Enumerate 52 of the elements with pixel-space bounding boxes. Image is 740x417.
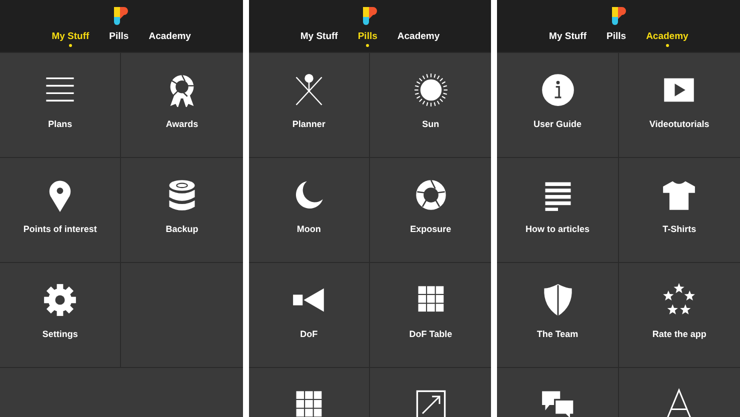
five-stars-icon: [662, 283, 696, 317]
tile-label: Exposure: [410, 224, 452, 234]
menu-tile[interactable]: T-Shirts: [618, 158, 740, 263]
menu-tile[interactable]: DoF Table: [370, 263, 492, 368]
nav-tab[interactable]: Pills: [606, 31, 626, 48]
tile-label: DoF: [300, 329, 318, 339]
tile-label: T-Shirts: [662, 224, 696, 234]
tile-label: Settings: [42, 329, 78, 339]
sun-icon: [414, 73, 448, 107]
menu-tile[interactable]: DoF: [248, 263, 370, 368]
nav-tab[interactable]: Pills: [358, 31, 378, 48]
menu-tile[interactable]: Moon: [248, 158, 370, 263]
nav-tab[interactable]: Academy: [646, 31, 688, 48]
tile-label: Moon: [296, 224, 321, 234]
nav-tab[interactable]: My Stuff: [52, 31, 90, 48]
menu-tile[interactable]: Points of interest: [0, 158, 122, 263]
tile-label: Plans: [48, 119, 72, 129]
tile-label: Sun: [422, 119, 440, 129]
info-icon: [540, 73, 574, 107]
menu-tile[interactable]: Planner: [248, 53, 370, 158]
menu-tile[interactable]: Exposure: [370, 158, 492, 263]
menu-tile[interactable]: How to articles: [497, 158, 619, 263]
app-logo: [612, 7, 626, 25]
app-logo: [363, 7, 377, 25]
tile-label: Points of interest: [23, 224, 97, 234]
tile-label: User Guide: [534, 119, 582, 129]
menu-tile[interactable]: Settings: [0, 263, 122, 368]
nav-tab[interactable]: Academy: [148, 31, 191, 48]
nav-tab[interactable]: My Stuff: [549, 31, 587, 48]
menu-tile[interactable]: Videotutorials: [618, 53, 740, 158]
tile-label: Backup: [166, 224, 198, 234]
menu-tile[interactable]: Backup: [121, 158, 243, 263]
menu-tile[interactable]: User Guide: [497, 53, 619, 158]
tile-label: Rate the app: [652, 329, 706, 339]
tile-label: Planner: [292, 119, 326, 129]
tile-label: Awards: [166, 119, 198, 129]
tile-label: How to articles: [526, 224, 590, 234]
tile-label: The Team: [536, 329, 578, 339]
menu-tile[interactable]: Rate the app: [618, 263, 740, 368]
nav-tab[interactable]: Academy: [397, 31, 440, 48]
menu-tile[interactable]: The Team: [497, 263, 619, 368]
nav-tab[interactable]: My Stuff: [300, 31, 338, 48]
menu-tile[interactable]: Sun: [370, 53, 492, 158]
nav-tab[interactable]: Pills: [109, 31, 129, 48]
tile-label: DoF Table: [409, 329, 452, 339]
diagonal-arrow-icon: [414, 388, 448, 417]
settings-icon: [43, 283, 78, 317]
menu-tile[interactable]: Plans: [0, 53, 122, 158]
tile-label: Videotutorials: [649, 119, 710, 129]
menu-tile[interactable]: Awards: [121, 53, 243, 158]
app-logo: [114, 7, 128, 25]
aperture-icon: [414, 178, 448, 212]
